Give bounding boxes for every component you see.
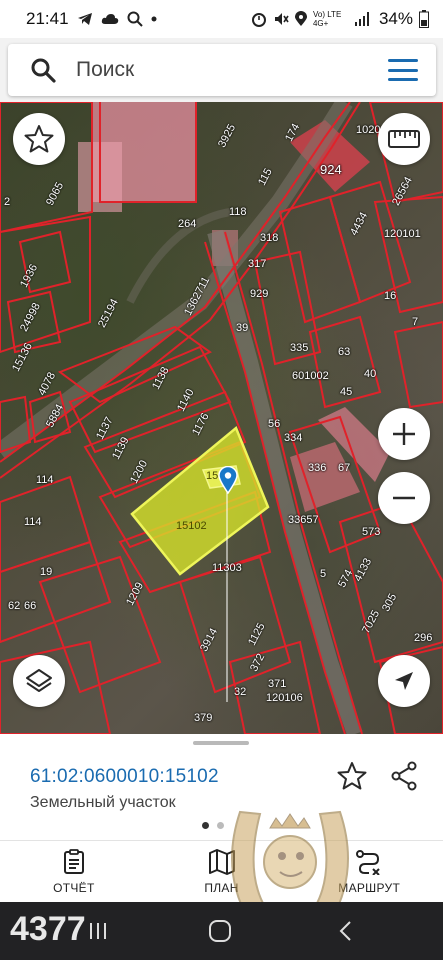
overlay-number: 4377 <box>10 910 86 948</box>
nav-plan-label: ПЛАН <box>204 880 239 895</box>
search-bar-container <box>0 38 443 102</box>
nav-route-label: МАРШРУТ <box>338 880 401 895</box>
star-outline-icon <box>337 762 367 790</box>
zoom-out-button[interactable] <box>378 472 430 524</box>
minus-icon <box>393 496 415 500</box>
cadastral-number[interactable]: 61:02:0600010:15102 <box>30 766 219 788</box>
nav-report[interactable]: ОТЧЁТ <box>0 841 148 902</box>
network-label: Vo) LTE 4G+ <box>312 10 342 28</box>
battery-level: 34% <box>378 9 413 28</box>
location-icon <box>294 11 307 26</box>
map-overlay <box>0 102 443 734</box>
locate-button[interactable] <box>378 655 430 707</box>
route-icon <box>356 849 380 875</box>
share-button[interactable] <box>388 760 420 792</box>
signal-icon <box>354 12 369 26</box>
drag-handle[interactable] <box>193 741 249 745</box>
plus-icon <box>393 423 415 445</box>
status-time: 21:41 <box>26 9 69 28</box>
dot-icon <box>151 16 157 22</box>
search-bar[interactable] <box>8 44 436 96</box>
bottom-nav: ОТЧЁТ ПЛАН МАРШРУТ <box>0 840 443 902</box>
telegram-icon <box>77 13 92 25</box>
add-favorite-button[interactable] <box>336 760 368 792</box>
parcel-info-sheet[interactable]: 61:02:0600010:15102 Земельный участок <box>0 734 443 840</box>
nav-plan[interactable]: ПЛАН <box>148 841 296 902</box>
navigation-icon <box>395 672 413 690</box>
share-icon <box>391 761 417 791</box>
pager-dot-active <box>202 822 209 829</box>
search-icon[interactable] <box>30 57 56 83</box>
search-status-icon <box>127 11 143 27</box>
alarm-icon <box>251 13 266 27</box>
nav-route[interactable]: МАРШРУТ <box>295 841 443 902</box>
recent-apps-icon[interactable] <box>88 922 108 940</box>
map-icon <box>208 848 235 875</box>
status-bar: 21:41 Vo) LTE 4G+ 34% <box>0 0 443 38</box>
search-input[interactable] <box>76 58 388 82</box>
nav-report-label: ОТЧЁТ <box>53 880 95 895</box>
mute-icon <box>274 13 289 25</box>
cloud-icon <box>101 14 118 24</box>
layers-icon <box>26 669 52 692</box>
star-icon <box>24 125 54 153</box>
pager-dot <box>217 822 224 829</box>
home-icon[interactable] <box>208 919 232 943</box>
location-pin-icon[interactable] <box>218 466 238 494</box>
favorite-button[interactable] <box>13 113 65 165</box>
ruler-button[interactable] <box>378 113 430 165</box>
battery-icon <box>419 10 429 28</box>
status-left-icons <box>77 11 157 27</box>
selected-parcel <box>130 425 270 576</box>
sheet-pager <box>202 822 224 829</box>
layers-button[interactable] <box>13 655 65 707</box>
ruler-icon <box>388 130 420 148</box>
back-icon[interactable] <box>338 920 352 942</box>
selected-parcel-label[interactable]: 15102 <box>176 520 207 532</box>
object-type: Земельный участок <box>30 794 176 811</box>
menu-icon[interactable] <box>388 59 418 81</box>
zoom-in-button[interactable] <box>378 408 430 460</box>
cadastral-map[interactable]: 924 1020 3925 174 115 118 264 318 317 92… <box>0 102 443 734</box>
report-icon <box>63 848 84 874</box>
status-right-icons: Vo) LTE 4G+ 34% <box>251 9 429 29</box>
